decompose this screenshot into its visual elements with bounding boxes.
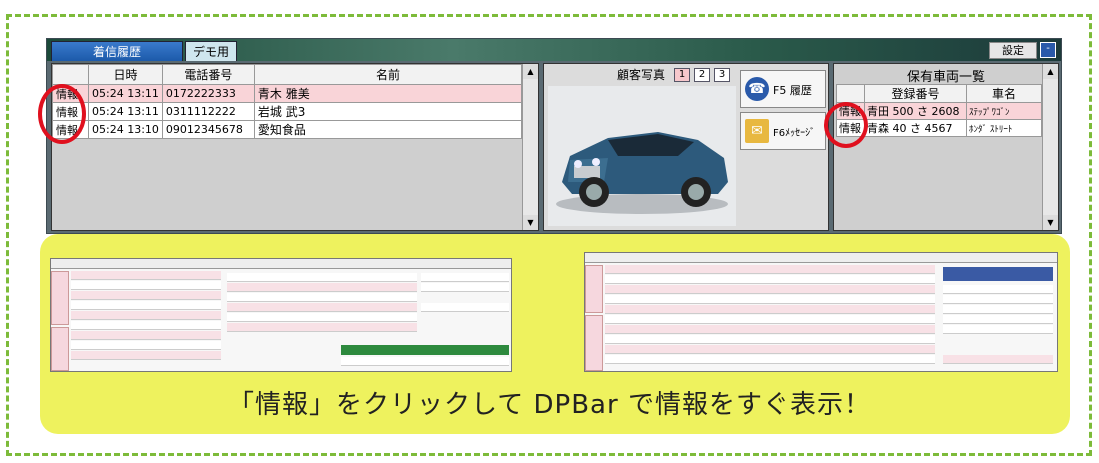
screenshot-side-label: [51, 271, 69, 325]
screenshot-row: [605, 315, 935, 324]
screenshot-row: [227, 323, 417, 332]
screenshot-row: [71, 281, 221, 290]
screenshot-row: [943, 305, 1053, 314]
vehicle-list-panel: 保有車両一覧 登録番号 車名 情報 青田 500 さ 2608 ｽﾃｯﾌﾟﾜｺﾞ…: [833, 63, 1059, 231]
f5-label: F5 履歴: [773, 84, 812, 97]
scroll-down-icon[interactable]: ▼: [523, 215, 538, 230]
screenshot-row: [71, 291, 221, 300]
dpbar-window: 着信履歴 デモ用 設定 - 日時 電話番号 名前 情報 05:24 13:11 …: [46, 38, 1062, 234]
screenshot-row: [605, 295, 935, 304]
screenshot-row: [421, 283, 509, 292]
veh-col-info: [836, 84, 865, 103]
screenshot-side-label: [585, 315, 603, 371]
screenshot-row: [227, 273, 417, 282]
screenshot-row: [943, 355, 1053, 364]
vehicle-list-title: 保有車両一覧: [906, 70, 985, 85]
veh-col-name: 車名: [966, 84, 1042, 103]
call-history-panel: 日時 電話番号 名前 情報 05:24 13:11 0172222333 青木 …: [51, 63, 539, 231]
vehicle-name: ｽﾃｯﾌﾟﾜｺﾞﾝ: [966, 102, 1042, 120]
screenshot-row: [943, 315, 1053, 324]
screenshot-row: [605, 355, 935, 364]
col-info: [52, 64, 89, 85]
screenshot-row: [605, 305, 935, 314]
screenshot-row: [421, 303, 509, 312]
vehicle-scrollbar[interactable]: ▲ ▼: [1042, 64, 1058, 230]
table-row[interactable]: 情報 05:24 13:11 0172222333 青木 雅美: [52, 84, 523, 103]
scroll-up-icon[interactable]: ▲: [523, 64, 538, 79]
screenshot-header: [51, 259, 511, 269]
veh-col-reg: 登録番号: [864, 84, 967, 103]
table-row[interactable]: 情報 05:24 13:10 09012345678 愛知食品: [52, 120, 523, 139]
car-photo: [548, 86, 736, 226]
screenshot-row: [71, 321, 221, 330]
table-row[interactable]: 情報 青田 500 さ 2608 ｽﾃｯﾌﾟﾜｺﾞﾝ: [836, 102, 1042, 120]
screenshot-row: [943, 285, 1053, 294]
screenshot-row: [71, 351, 221, 360]
envelope-icon: ✉: [745, 119, 769, 143]
f5-history-button[interactable]: ☎ F5 履歴: [740, 70, 826, 108]
call-phone: 0172222333: [161, 84, 255, 103]
vehicle-reg: 青森 40 さ 4567: [864, 119, 967, 137]
call-datetime: 05:24 13:11: [88, 84, 163, 103]
screenshot-row: [605, 325, 935, 334]
scroll-down-icon[interactable]: ▼: [1043, 215, 1058, 230]
screenshot-side-label: [585, 265, 603, 313]
screenshot-row: [71, 311, 221, 320]
screenshot-row: [605, 265, 935, 274]
screenshot-side-label: [51, 327, 69, 371]
screenshot-row: [943, 295, 1053, 304]
call-datetime: 05:24 13:11: [88, 102, 163, 121]
caption-text: 「情報」をクリックして DPBar で情報をすぐ表示！: [228, 390, 871, 420]
screenshot-green-bar: [341, 345, 509, 355]
screenshot-row: [605, 275, 935, 284]
highlight-ring-vehicle-info: [824, 102, 868, 148]
call-history-table: 日時 電話番号 名前 情報 05:24 13:11 0172222333 青木 …: [52, 64, 523, 139]
screenshot-row: [71, 331, 221, 340]
screenshot-row: [71, 341, 221, 350]
table-row[interactable]: 情報 05:24 13:11 0311112222 岩城 武3: [52, 102, 523, 121]
screenshot-row: [605, 335, 935, 344]
col-phone: 電話番号: [161, 64, 255, 85]
screenshot-row: [227, 303, 417, 312]
screenshot-row: [227, 313, 417, 322]
screenshot-row: [71, 271, 221, 280]
screenshot-row: [71, 301, 221, 310]
call-history-scrollbar[interactable]: ▲ ▼: [522, 64, 538, 230]
screenshot-row: [605, 285, 935, 294]
f6-label: F6ﾒｯｾｰｼﾞ: [773, 128, 816, 139]
call-name: 青木 雅美: [253, 84, 523, 103]
screenshot-row: [227, 293, 417, 302]
screenshot-blue-bar: [943, 267, 1053, 281]
customer-info-screenshot: [50, 258, 512, 372]
f6-message-button[interactable]: ✉ F6ﾒｯｾｰｼﾞ: [740, 112, 826, 150]
minimize-button[interactable]: -: [1040, 42, 1056, 58]
tab-call-history[interactable]: 着信履歴: [51, 41, 183, 61]
call-datetime: 05:24 13:10: [88, 120, 163, 139]
photo-page-1[interactable]: 1: [674, 68, 690, 82]
tab-demo[interactable]: デモ用: [185, 41, 237, 61]
title-bar: 着信履歴 デモ用 設定 -: [47, 39, 1061, 61]
highlight-ring-call-info: [38, 84, 86, 144]
vehicle-name: ﾎﾝﾀﾞ ｽﾄﾘｰﾄ: [966, 119, 1042, 137]
screenshot-row: [341, 357, 509, 366]
scroll-up-icon[interactable]: ▲: [1043, 64, 1058, 79]
screenshot-row: [227, 283, 417, 292]
photo-page-2[interactable]: 2: [694, 68, 710, 82]
call-name: 愛知食品: [253, 120, 523, 139]
screenshot-row: [943, 325, 1053, 334]
phone-icon: ☎: [745, 77, 769, 101]
call-phone: 09012345678: [161, 120, 255, 139]
call-name: 岩城 武3: [253, 102, 523, 121]
screenshot-row: [421, 273, 509, 282]
settings-button[interactable]: 設定: [989, 42, 1037, 59]
col-datetime: 日時: [88, 64, 163, 85]
photo-page-3[interactable]: 3: [714, 68, 730, 82]
vehicle-reg: 青田 500 さ 2608: [864, 102, 967, 120]
col-name: 名前: [253, 64, 523, 85]
customer-photo-panel: 顧客写真 1 2 3 ☎ F5 履歴 ✉ F6ﾒｯｾｰｼﾞ: [543, 63, 829, 231]
screenshot-header: [585, 253, 1057, 263]
call-phone: 0311112222: [161, 102, 255, 121]
vehicle-info-screenshot: [584, 252, 1058, 372]
screenshot-row: [605, 345, 935, 354]
